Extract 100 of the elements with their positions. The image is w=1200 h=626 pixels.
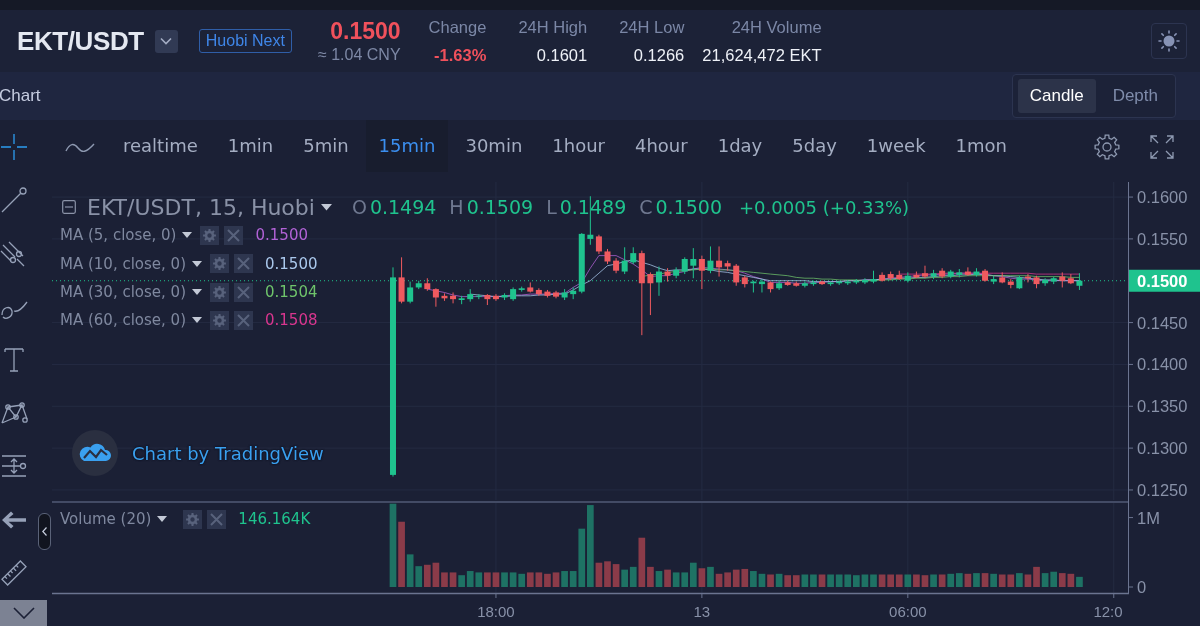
caret-icon[interactable]: [192, 289, 202, 296]
interval-tab[interactable]: 30min: [452, 120, 536, 172]
indicator-name: MA (30, close, 0): [60, 283, 186, 302]
view-tab[interactable]: Candle: [1017, 79, 1096, 113]
stat-value: 21,624,472 EKT: [702, 45, 822, 66]
current-price-label: 0.1500: [1129, 269, 1200, 292]
settings-icon[interactable]: [183, 509, 203, 529]
candle: [647, 272, 654, 316]
candle: [922, 265, 928, 279]
ohlc-label: H: [449, 196, 464, 219]
close-icon[interactable]: [234, 254, 253, 274]
attribution-link[interactable]: Chart by TradingView: [132, 442, 324, 464]
price-change: +0.0005 (+0.33%): [739, 196, 910, 218]
expand-button[interactable]: [0, 600, 47, 626]
close-icon[interactable]: [234, 310, 253, 330]
market-tag[interactable]: Huobi Next: [198, 29, 292, 53]
candle: [827, 281, 834, 286]
crosshair-icon[interactable]: [0, 132, 28, 161]
candle: [1076, 273, 1083, 290]
caret-icon[interactable]: [192, 317, 202, 324]
stat-value: -1.63%: [434, 45, 487, 66]
settings-icon[interactable]: [1094, 134, 1120, 160]
indicator-value: 0.1508: [265, 311, 318, 330]
fullscreen-icon[interactable]: [1149, 134, 1175, 160]
candle: [707, 246, 714, 274]
indicator-name: MA (60, close, 0): [60, 311, 186, 330]
price-axis-label: 0.1550: [1137, 229, 1188, 248]
close-icon[interactable]: [224, 225, 244, 245]
interval-tab[interactable]: 5min: [290, 120, 362, 172]
caret-icon[interactable]: [157, 516, 168, 522]
time-axis-label: 12:0: [1093, 602, 1123, 620]
pair-dropdown-button[interactable]: [154, 29, 178, 53]
last-price: 0.1500: [330, 18, 401, 44]
time-axis-label: 06:00: [889, 602, 927, 620]
ohlc-label: O: [351, 196, 367, 219]
volume-axis-label: 0: [1137, 578, 1147, 596]
candle: [973, 268, 980, 277]
interval-tab[interactable]: 1day: [704, 120, 776, 172]
sun-icon: [1158, 30, 1180, 52]
interval-tab[interactable]: 1min: [214, 120, 287, 172]
interval-tab[interactable]: 1week: [853, 120, 939, 172]
settings-icon[interactable]: [210, 282, 229, 302]
candle: [398, 257, 405, 304]
settings-icon[interactable]: [210, 254, 229, 274]
ohlc-label: L: [546, 196, 557, 219]
candle: [819, 280, 825, 285]
panel-title: Chart: [0, 86, 41, 106]
interval-tab[interactable]: 1hour: [539, 120, 618, 172]
minus-square-icon[interactable]: [62, 200, 76, 215]
ref-line-label: 0.1500: [1137, 271, 1188, 290]
close-icon[interactable]: [207, 509, 227, 529]
theme-toggle-button[interactable]: [1151, 23, 1187, 59]
indicator-name: MA (5, close, 0): [60, 226, 177, 245]
chevron-down-icon: [12, 607, 35, 619]
candle: [441, 293, 448, 301]
interval-tab[interactable]: 4hour: [622, 120, 701, 172]
interval-tab[interactable]: 5day: [779, 120, 850, 172]
stat-label: Change: [428, 17, 487, 38]
view-tab[interactable]: Depth: [1100, 79, 1170, 113]
caret-icon[interactable]: [182, 232, 193, 239]
ohlc-value: 0.1500: [655, 196, 722, 219]
pair-title: EKT/USDT: [17, 25, 144, 57]
trend-line-icon[interactable]: [0, 185, 28, 214]
time-axis-label: 13: [693, 602, 711, 620]
interval-tab[interactable]: realtime: [110, 120, 211, 172]
stat-value: 0.1601: [536, 45, 588, 66]
volume-value: 146.164K: [238, 510, 311, 528]
close-icon[interactable]: [234, 282, 253, 302]
settings-icon[interactable]: [200, 225, 220, 245]
candle: [870, 270, 877, 284]
price-axis-label: 0.1250: [1137, 480, 1188, 499]
candle: [553, 290, 559, 299]
volume-axis-label: 1M: [1137, 508, 1160, 527]
fiat-price: ≈ 1.04 CNY: [317, 46, 401, 64]
candle: [1033, 275, 1040, 289]
indicator-value: 0.1500: [265, 254, 318, 273]
ohlc-label: C: [639, 196, 653, 219]
candle: [604, 248, 611, 264]
indicator-value: 0.1504: [265, 283, 318, 302]
interval-tab[interactable]: 1mon: [942, 120, 1020, 172]
chevron-left-icon: [42, 527, 47, 536]
stat-label: 24H High: [518, 17, 588, 38]
candle: [664, 268, 671, 282]
caret-icon[interactable]: [192, 260, 202, 267]
ohlc-value: 0.1494: [369, 196, 437, 219]
stat-label: 24H Low: [619, 17, 685, 38]
candle: [544, 289, 551, 298]
indicator-name: MA (10, close, 0): [60, 254, 186, 273]
candle: [810, 280, 817, 286]
price-axis-label: 0.1600: [1137, 188, 1188, 207]
caret-icon[interactable]: [320, 203, 332, 211]
collapse-handle[interactable]: [38, 513, 51, 550]
price-axis-label: 0.1450: [1137, 313, 1188, 332]
stat-label: 24H Volume: [731, 17, 822, 38]
candle: [767, 281, 774, 293]
indicator-value: 0.1500: [255, 226, 308, 245]
cloud-logo-icon[interactable]: [72, 430, 118, 476]
interval-tab[interactable]: 15min: [365, 120, 449, 172]
settings-icon[interactable]: [210, 310, 229, 330]
ruler-icon[interactable]: [0, 559, 28, 587]
